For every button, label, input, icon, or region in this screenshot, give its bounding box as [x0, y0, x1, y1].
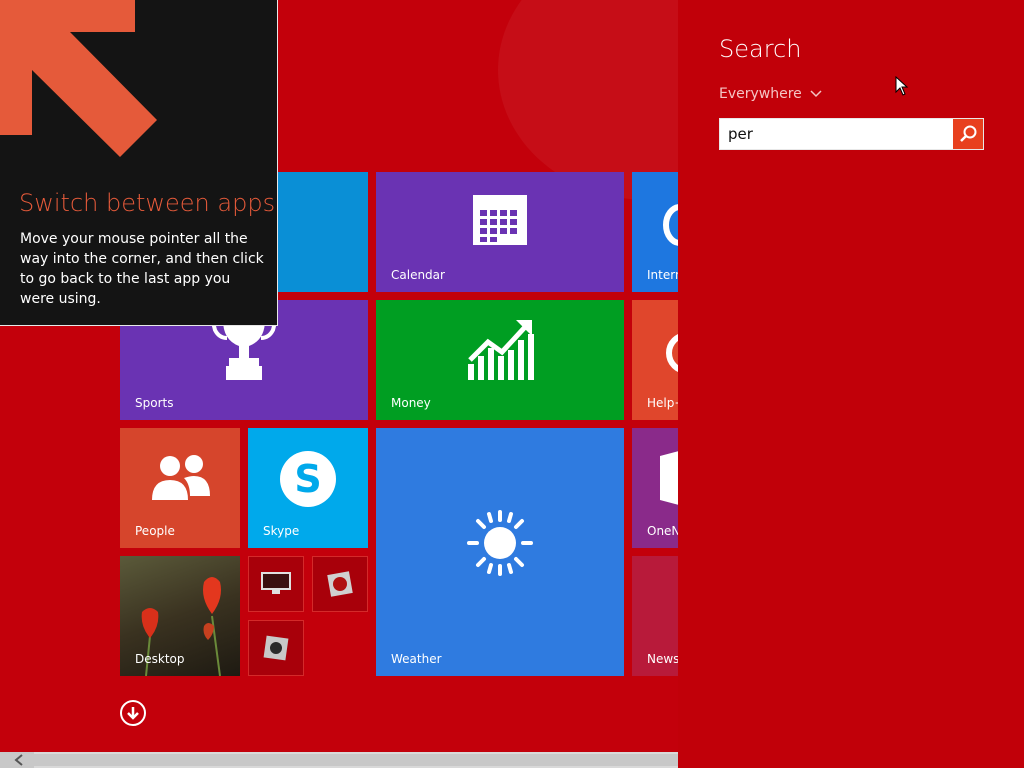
- tile-internet-explorer[interactable]: Intern: [632, 172, 678, 292]
- chevron-left-icon: [14, 754, 23, 766]
- tile-people-label: People: [135, 524, 175, 538]
- search-input[interactable]: [720, 119, 952, 149]
- tile-desktop-label: Desktop: [135, 652, 185, 666]
- tile-sports-label: Sports: [135, 396, 174, 410]
- tile-weather-label: Weather: [391, 652, 442, 666]
- tile-skype-label: Skype: [263, 524, 300, 538]
- tile-help[interactable]: Help+: [632, 300, 678, 420]
- calendar-icon: [473, 195, 527, 245]
- chart-up-icon: [468, 320, 534, 380]
- search-button[interactable]: [953, 119, 983, 149]
- tile-small-app-1[interactable]: [312, 556, 368, 612]
- tile-small-monitor[interactable]: [248, 556, 304, 612]
- background-swirl: [498, 0, 678, 200]
- skype-icon: S: [280, 451, 336, 507]
- app-icon: [263, 635, 289, 661]
- search-scope-dropdown[interactable]: Everywhere: [719, 86, 822, 102]
- horizontal-scrollbar[interactable]: [0, 752, 678, 768]
- chevron-down-icon: [810, 90, 822, 98]
- arrow-up-left-icon: [0, 0, 157, 157]
- tile-news-label: News: [647, 652, 678, 666]
- onenote-icon: [660, 451, 678, 505]
- all-apps-button[interactable]: [120, 700, 146, 726]
- tile-news[interactable]: News: [632, 556, 678, 676]
- tile-skype[interactable]: S Skype: [248, 428, 368, 548]
- tile-money-label: Money: [391, 396, 431, 410]
- tile-small-app-2[interactable]: [248, 620, 304, 676]
- help-icon: [666, 334, 678, 372]
- tile-help-label: Help+: [647, 396, 678, 410]
- tip-body: Move your mouse pointer all the way into…: [20, 231, 264, 307]
- search-title: Search: [719, 35, 802, 63]
- app-icon: [327, 571, 353, 597]
- mouse-cursor-icon: [895, 76, 909, 96]
- tile-people[interactable]: People: [120, 428, 240, 548]
- tip-title: Switch between apps: [19, 189, 276, 217]
- search-charm-panel: Search Everywhere: [678, 0, 1024, 768]
- sun-icon: [467, 510, 533, 576]
- tile-money[interactable]: Money: [376, 300, 624, 420]
- scroll-left-button[interactable]: [0, 752, 34, 768]
- start-screen: Calendar Intern Sports Money: [0, 0, 678, 768]
- search-scope-label: Everywhere: [719, 86, 802, 102]
- search-box: [719, 118, 984, 150]
- monitor-icon: [261, 572, 291, 594]
- people-icon: [152, 455, 210, 500]
- search-icon: [960, 125, 977, 142]
- tile-partial-blue[interactable]: [278, 172, 368, 292]
- arrow-down-icon: [127, 707, 139, 720]
- tile-onenote[interactable]: OneN: [632, 428, 678, 548]
- scrollbar-thumb[interactable]: [34, 754, 678, 766]
- tile-internet-label: Intern: [647, 268, 678, 282]
- tile-calendar[interactable]: Calendar: [376, 172, 624, 292]
- svg-text:S: S: [294, 457, 321, 501]
- tile-onenote-label: OneN: [647, 524, 678, 538]
- tile-desktop[interactable]: Desktop: [120, 556, 240, 676]
- tile-weather[interactable]: Weather: [376, 428, 624, 676]
- tip-flyout: Switch between apps Move your mouse poin…: [0, 0, 278, 326]
- tile-calendar-label: Calendar: [391, 268, 445, 282]
- internet-explorer-icon: [663, 204, 678, 246]
